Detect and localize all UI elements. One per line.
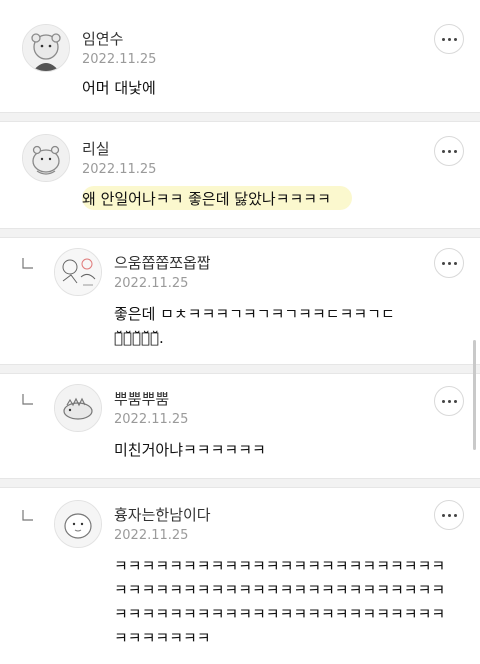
comment-text-line: 좋은데 ㅁㅊㅋㅋㅋㄱㅋㄱㅋㄱㅋㅋㄷㅋㅋㄱㄷ — [114, 305, 395, 323]
reply-arrow-icon — [22, 394, 33, 405]
hamster-avatar-icon — [23, 135, 69, 181]
doodle-avatar-icon — [55, 249, 101, 295]
author-name[interactable]: 임연수 — [82, 28, 123, 49]
section-divider — [0, 364, 480, 374]
author-name[interactable]: 리실 — [82, 138, 110, 159]
comment-text: 왜 안일어나ㅋㅋ 좋은데 닳았나ㅋㅋㅋㅋ — [82, 190, 331, 208]
comment-text-line: ㅋㅋㅋㅋㅋㅋㅋㅋㅋㅋㅋㅋㅋㅋㅋㅋㅋㅋㅋㅋㅋㅋㅋㅋ — [114, 557, 446, 575]
more-options-button[interactable] — [434, 136, 464, 166]
more-options-icon — [441, 149, 457, 153]
comment-date: 2022.11.25 — [82, 52, 157, 67]
bear-avatar-icon — [23, 25, 69, 71]
more-options-button[interactable] — [434, 24, 464, 54]
comment-text: 미친거아냐ㅋㅋㅋㅋㅋㅋ — [114, 441, 266, 459]
comment-date: 2022.11.25 — [82, 162, 157, 177]
section-divider — [0, 228, 480, 238]
more-options-button[interactable] — [434, 386, 464, 416]
more-options-icon — [441, 399, 457, 403]
reply-arrow-icon — [22, 510, 33, 521]
author-name[interactable]: 뿌뿜뿌뿜 — [114, 388, 169, 409]
comment-text-line: ㅋㅋㅋㅋㅋㅋㅋㅋㅋㅋㅋㅋㅋㅋㅋㅋㅋㅋㅋㅋㅋㅋㅋㅋ — [114, 581, 446, 599]
more-options-button[interactable] — [434, 500, 464, 530]
more-options-icon — [441, 37, 457, 41]
author-name[interactable]: 으움쫍쫍쪼옵짭 — [114, 252, 211, 273]
comment-date: 2022.11.25 — [114, 412, 189, 427]
avatar[interactable] — [22, 24, 70, 72]
reply-arrow-icon — [22, 258, 33, 269]
more-options-icon — [441, 513, 457, 517]
blob-avatar-icon — [55, 501, 101, 547]
avatar[interactable] — [22, 134, 70, 182]
more-options-button[interactable] — [434, 248, 464, 278]
comment-text-line: ㅋ̆ㅋ̆ㅋ̆ㅋ̆ㅋ̆. — [114, 329, 164, 347]
avatar[interactable] — [54, 500, 102, 548]
avatar[interactable] — [54, 384, 102, 432]
avatar[interactable] — [54, 248, 102, 296]
author-name[interactable]: 흉자는한남이다 — [114, 504, 211, 525]
comment-item — [0, 122, 480, 232]
more-options-icon — [441, 261, 457, 265]
comment-date: 2022.11.25 — [114, 528, 189, 543]
scrollbar[interactable] — [473, 340, 476, 450]
dino-avatar-icon — [55, 385, 101, 431]
comment-item: 임연수 2022.11.25 어머 대낯에 — [0, 0, 480, 112]
comment-date: 2022.11.25 — [114, 276, 189, 291]
comment-text-line: ㅋㅋㅋㅋㅋㅋㅋ — [114, 629, 211, 647]
comment-text: 어머 대낯에 — [82, 79, 156, 97]
section-divider — [0, 478, 480, 488]
section-divider — [0, 112, 480, 122]
comment-text-line: ㅋㅋㅋㅋㅋㅋㅋㅋㅋㅋㅋㅋㅋㅋㅋㅋㅋㅋㅋㅋㅋㅋㅋㅋ — [114, 605, 446, 623]
